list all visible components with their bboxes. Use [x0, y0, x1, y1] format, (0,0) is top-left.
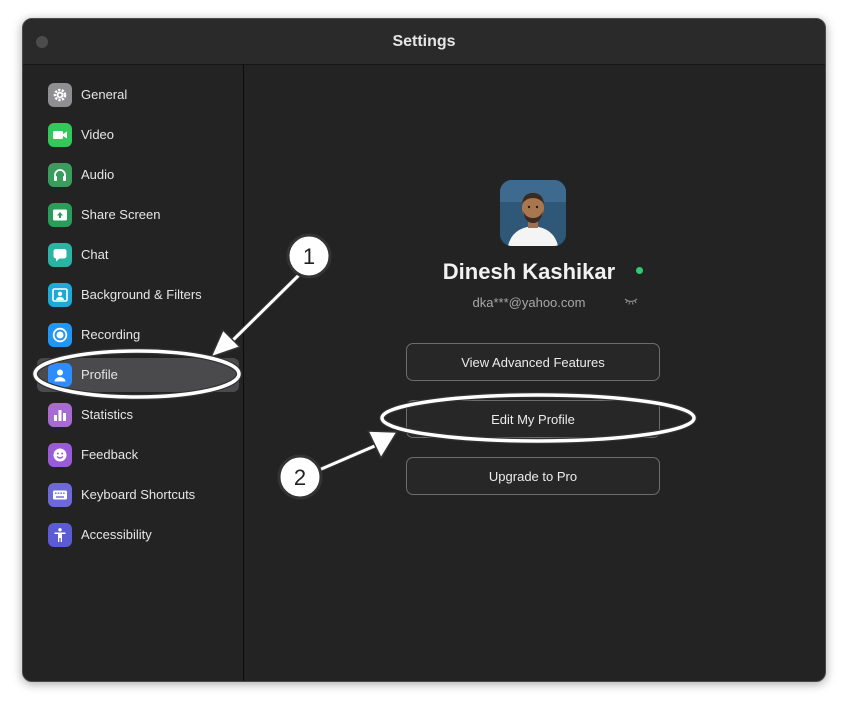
- avatar[interactable]: [500, 180, 566, 246]
- sidebar-item-label: Profile: [81, 367, 118, 382]
- upgrade-to-pro-button[interactable]: Upgrade to Pro: [406, 457, 660, 495]
- video-camera-icon: [48, 123, 72, 147]
- sidebar-item-label: Audio: [81, 167, 115, 182]
- sidebar-item-label: Keyboard Shortcuts: [81, 487, 196, 502]
- background-person-icon: [48, 283, 72, 307]
- view-advanced-features-button[interactable]: View Advanced Features: [406, 343, 660, 381]
- sidebar-item-label: Share Screen: [81, 207, 161, 222]
- sidebar-item-general[interactable]: General: [37, 78, 239, 112]
- accessibility-icon: [48, 523, 72, 547]
- chat-bubble-icon: [48, 243, 72, 267]
- sidebar-item-label: Chat: [81, 247, 109, 262]
- online-status-indicator: [636, 267, 643, 274]
- profile-email: dka***@yahoo.com: [472, 295, 586, 310]
- profile-name: Dinesh Kashikar: [442, 259, 616, 284]
- keyboard-icon: [48, 483, 72, 507]
- sidebar-item-statistics[interactable]: Statistics: [37, 398, 239, 432]
- record-icon: [48, 323, 72, 347]
- sidebar-item-background-filters[interactable]: Background & Filters: [37, 278, 239, 312]
- smiley-icon: [48, 443, 72, 467]
- sidebar-item-recording[interactable]: Recording: [37, 318, 239, 352]
- settings-sidebar: General Video Audio Share Screen Chat Ba…: [23, 65, 244, 681]
- sidebar-item-label: Video: [81, 127, 115, 142]
- sidebar-item-label: Statistics: [81, 407, 134, 422]
- bar-chart-icon: [48, 403, 72, 427]
- sidebar-item-share-screen[interactable]: Share Screen: [37, 198, 239, 232]
- sidebar-item-label: Feedback: [81, 447, 139, 462]
- headphones-icon: [48, 163, 72, 187]
- profile-panel: Dinesh Kashikar dka***@yahoo.com View Ad…: [244, 65, 825, 681]
- profile-person-icon: [48, 363, 72, 387]
- title-bar: Settings: [23, 19, 825, 65]
- gear-icon: [48, 83, 72, 107]
- sidebar-item-keyboard-shortcuts[interactable]: Keyboard Shortcuts: [37, 478, 239, 512]
- hide-eye-icon[interactable]: [624, 296, 638, 306]
- share-screen-icon: [48, 203, 72, 227]
- settings-window: Settings General Video Audio Share Scree…: [22, 18, 826, 682]
- sidebar-item-label: Accessibility: [81, 527, 152, 542]
- window-title: Settings: [392, 33, 456, 50]
- sidebar-item-profile[interactable]: Profile: [37, 358, 239, 392]
- sidebar-item-label: Background & Filters: [81, 287, 202, 302]
- sidebar-item-accessibility[interactable]: Accessibility: [37, 518, 239, 552]
- edit-my-profile-button[interactable]: Edit My Profile: [406, 400, 660, 438]
- sidebar-item-label: Recording: [81, 327, 141, 342]
- sidebar-item-feedback[interactable]: Feedback: [37, 438, 239, 472]
- sidebar-item-audio[interactable]: Audio: [37, 158, 239, 192]
- sidebar-item-chat[interactable]: Chat: [37, 238, 239, 272]
- sidebar-item-video[interactable]: Video: [37, 118, 239, 152]
- sidebar-item-label: General: [81, 87, 128, 102]
